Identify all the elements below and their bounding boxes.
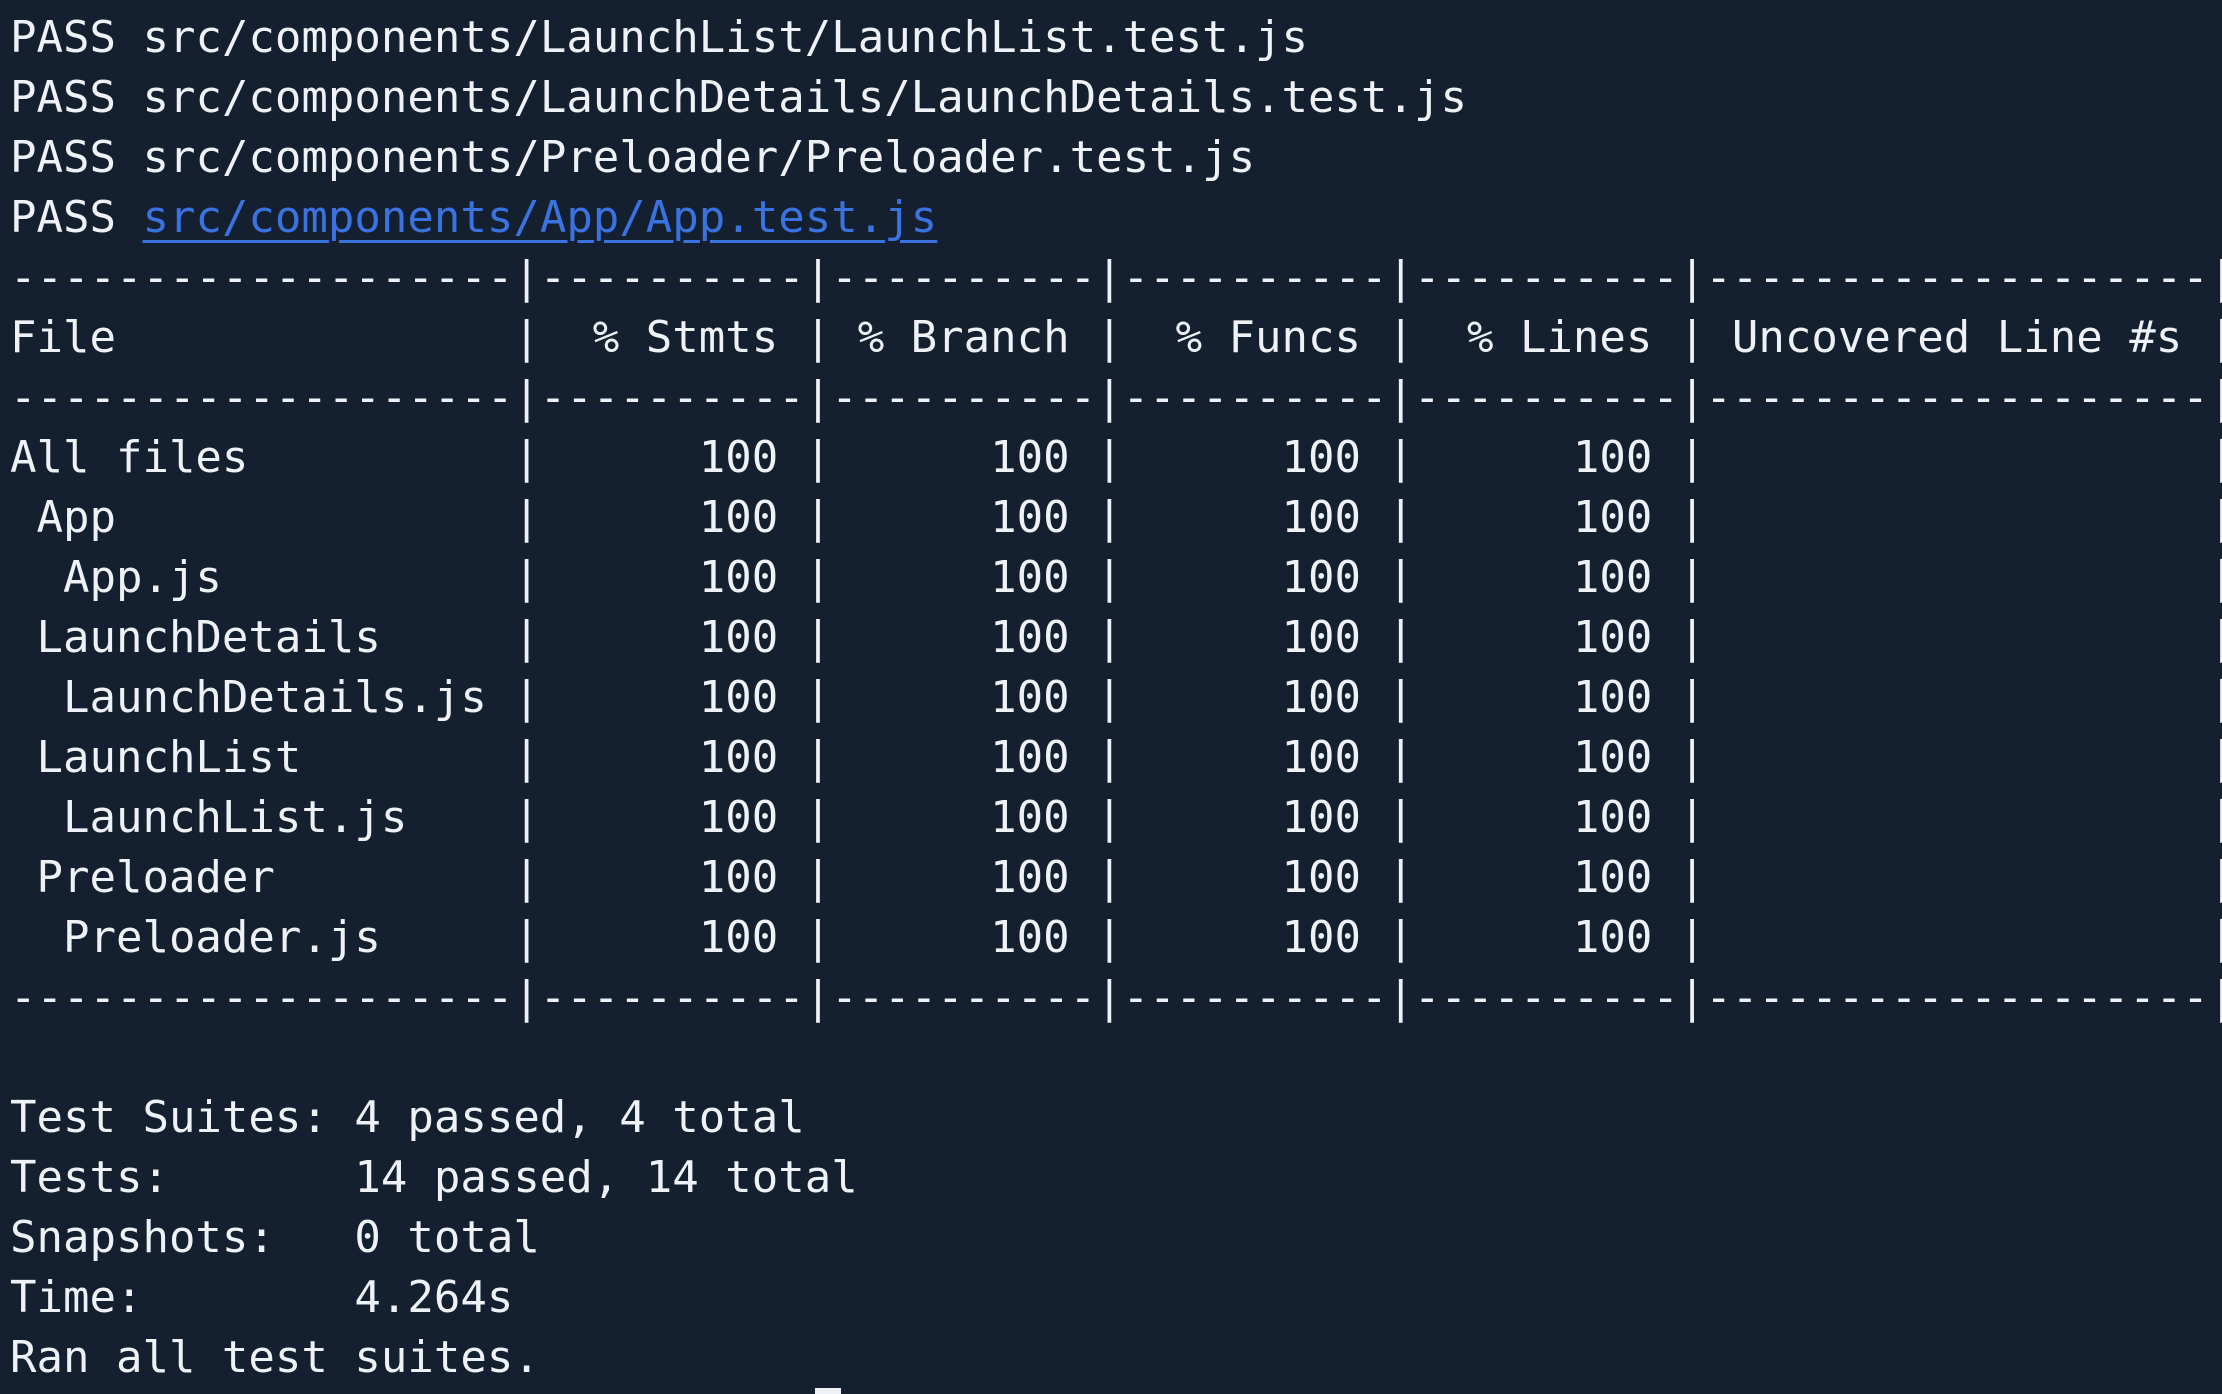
pass-label: PASS <box>10 12 116 63</box>
test-result-line: PASS src/components/LaunchDetails/Launch… <box>10 68 1467 128</box>
coverage-row-app-js: App.js | 100 | 100 | 100 | 100 | | <box>10 552 2222 603</box>
coverage-separator: -------------------|----------|---------… <box>10 252 2222 303</box>
test-result-line: PASS src/components/App/App.test.js <box>10 188 937 248</box>
coverage-row-launchlist: LaunchList | 100 | 100 | 100 | 100 | | <box>10 732 2222 783</box>
summary-time: Time: 4.264s <box>10 1272 514 1323</box>
summary-test-suites: Test Suites: 4 passed, 4 total <box>10 1092 805 1143</box>
summary-snapshots: Snapshots: 0 total <box>10 1212 540 1263</box>
coverage-row-launchlist-js: LaunchList.js | 100 | 100 | 100 | 100 | … <box>10 792 2222 843</box>
test-result-line: PASS src/components/LaunchList/LaunchLis… <box>10 8 1308 68</box>
test-file-link[interactable]: src/components/App/App.test.js <box>142 192 937 243</box>
terminal-window[interactable]: PASS src/components/LaunchList/LaunchLis… <box>0 0 2222 1394</box>
test-file-path: src/components/Preloader/Preloader.test.… <box>142 132 1256 183</box>
coverage-separator: -------------------|----------|---------… <box>10 972 2222 1023</box>
coverage-row-launchdetails: LaunchDetails | 100 | 100 | 100 | 100 | … <box>10 612 2222 663</box>
test-file-path: src/components/LaunchDetails/LaunchDetai… <box>142 72 1467 123</box>
test-file-path: src/components/LaunchList/LaunchList.tes… <box>142 12 1309 63</box>
pass-label: PASS <box>10 132 116 183</box>
coverage-row-all-files: All files | 100 | 100 | 100 | 100 | | <box>10 432 2222 483</box>
pass-label: PASS <box>10 72 116 123</box>
coverage-header-row: File | % Stmts | % Branch | % Funcs | % … <box>10 312 2222 363</box>
summary-ran-all: Ran all test suites. <box>10 1332 540 1383</box>
summary-tests: Tests: 14 passed, 14 total <box>10 1152 858 1203</box>
pass-label: PASS <box>10 192 116 243</box>
coverage-row-app: App | 100 | 100 | 100 | 100 | | <box>10 492 2222 543</box>
coverage-row-preloader: Preloader | 100 | 100 | 100 | 100 | | <box>10 852 2222 903</box>
coverage-separator: -------------------|----------|---------… <box>10 372 2222 423</box>
coverage-row-preloader-js: Preloader.js | 100 | 100 | 100 | 100 | | <box>10 912 2222 963</box>
test-result-line: PASS src/components/Preloader/Preloader.… <box>10 128 1255 188</box>
terminal-cursor <box>815 1388 841 1394</box>
coverage-row-launchdetails-js: LaunchDetails.js | 100 | 100 | 100 | 100… <box>10 672 2222 723</box>
